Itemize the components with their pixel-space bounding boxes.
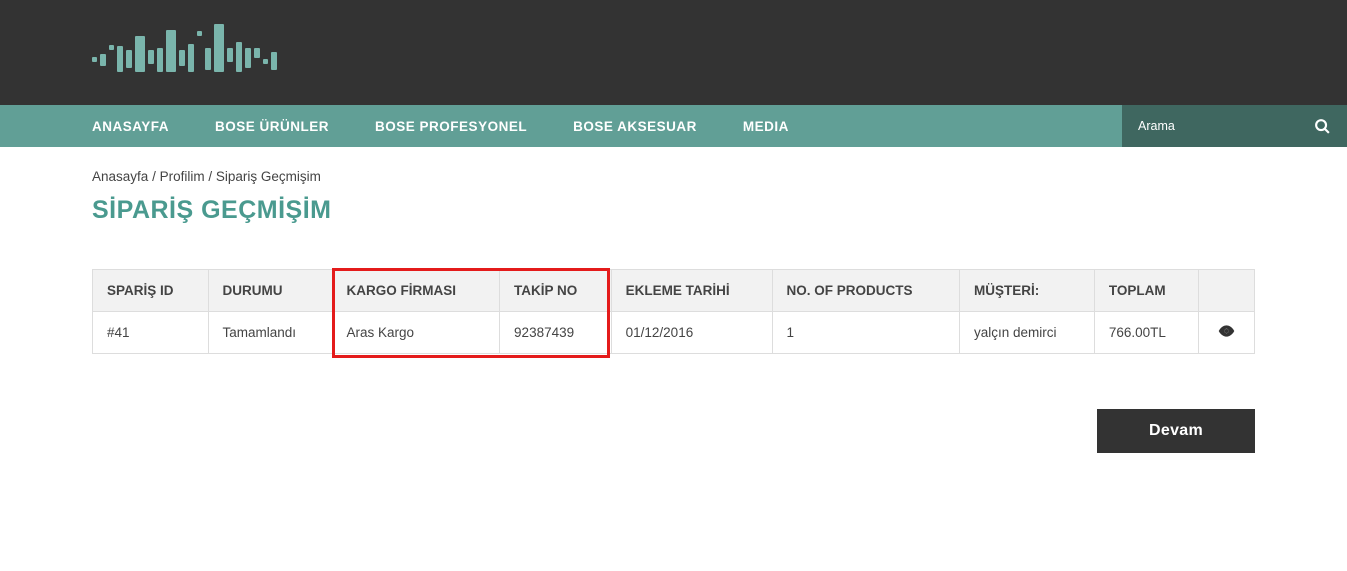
nav-item-media[interactable]: MEDIA xyxy=(743,119,789,134)
breadcrumb-current: Sipariş Geçmişim xyxy=(216,169,321,184)
cell-status: Tamamlandı xyxy=(208,312,332,354)
th-customer: MÜŞTERİ: xyxy=(959,270,1094,312)
logo[interactable] xyxy=(92,22,277,72)
table-row: #41 Tamamlandı Aras Kargo 92387439 01/12… xyxy=(93,312,1255,354)
search-box[interactable]: Arama xyxy=(1122,105,1347,147)
th-action xyxy=(1199,270,1255,312)
cell-tracking-no: 92387439 xyxy=(500,312,612,354)
breadcrumb: Anasayfa / Profilim / Sipariş Geçmişim xyxy=(92,169,1255,184)
cell-date-added: 01/12/2016 xyxy=(611,312,772,354)
th-shipping-company: KARGO FİRMASI xyxy=(332,270,500,312)
orders-table: SPARİŞ ID DURUMU KARGO FİRMASI TAKİP NO … xyxy=(92,269,1255,354)
cell-order-id: #41 xyxy=(93,312,209,354)
nav-item-professional[interactable]: BOSE PROFESYONEL xyxy=(375,119,527,134)
breadcrumb-home[interactable]: Anasayfa xyxy=(92,169,148,184)
nav-item-products[interactable]: BOSE ÜRÜNLER xyxy=(215,119,329,134)
cell-shipping-company: Aras Kargo xyxy=(332,312,500,354)
th-date-added: EKLEME TARİHİ xyxy=(611,270,772,312)
cell-num-products: 1 xyxy=(772,312,959,354)
header-top xyxy=(0,0,1347,105)
nav-item-home[interactable]: ANASAYFA xyxy=(92,119,169,134)
cell-customer: yalçın demirci xyxy=(959,312,1094,354)
table-header-row: SPARİŞ ID DURUMU KARGO FİRMASI TAKİP NO … xyxy=(93,270,1255,312)
th-num-products: NO. OF PRODUCTS xyxy=(772,270,959,312)
search-icon[interactable] xyxy=(1314,118,1331,135)
th-order-id: SPARİŞ ID xyxy=(93,270,209,312)
th-status: DURUMU xyxy=(208,270,332,312)
search-placeholder: Arama xyxy=(1138,119,1175,133)
main-nav: ANASAYFA BOSE ÜRÜNLER BOSE PROFESYONEL B… xyxy=(0,105,1347,147)
th-total: TOPLAM xyxy=(1094,270,1198,312)
th-tracking-no: TAKİP NO xyxy=(500,270,612,312)
breadcrumb-profile[interactable]: Profilim xyxy=(160,169,205,184)
page-title: SİPARİŞ GEÇMİŞİM xyxy=(92,196,1255,225)
nav-item-accessories[interactable]: BOSE AKSESUAR xyxy=(573,119,697,134)
eye-icon[interactable] xyxy=(1218,325,1235,337)
cell-action xyxy=(1199,312,1255,354)
continue-button[interactable]: Devam xyxy=(1097,409,1255,453)
cell-total: 766.00TL xyxy=(1094,312,1198,354)
